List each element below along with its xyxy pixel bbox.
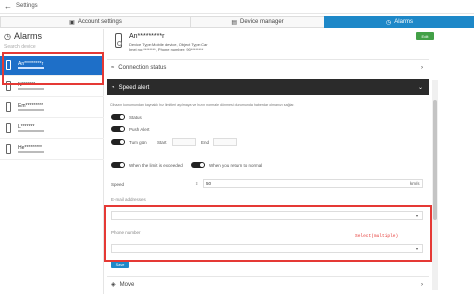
- speed-unit: km/s: [410, 181, 420, 186]
- device-subtitle: [18, 130, 44, 132]
- end-label: End: [201, 140, 210, 145]
- tab-device-manager[interactable]: ▤ Device manager: [190, 16, 324, 28]
- return-normal-toggle[interactable]: [191, 162, 205, 168]
- speed-alert-section[interactable]: ◔ Speed alert ⌄: [107, 79, 429, 95]
- save-label: Save: [115, 262, 125, 267]
- move-section[interactable]: ◈ Move ›: [107, 276, 429, 292]
- tab-label: Alarms: [394, 19, 413, 25]
- connection-status-section[interactable]: ≈ Connection status ›: [107, 59, 429, 75]
- push-alert-label: Push Alert: [129, 127, 150, 132]
- save-button[interactable]: Save: [111, 261, 129, 268]
- speed-alert-description: Cihazın konumundan kaynaklı hız limitler…: [110, 103, 295, 107]
- tab-bar: ▣ Account settings ▤ Device manager ◷ Al…: [0, 16, 474, 28]
- device-id-line: Imei no:********, Phone number: 90******…: [129, 47, 204, 52]
- status-toggle[interactable]: [111, 114, 125, 120]
- section-label: Connection status: [118, 64, 167, 71]
- section-label: Move: [119, 281, 135, 288]
- phone-icon: [6, 144, 11, 154]
- start-time-input[interactable]: [172, 138, 196, 146]
- email-addresses-label: E-mail addresses: [111, 197, 146, 202]
- speedometer-icon: ◔: [111, 84, 115, 91]
- chevron-right-icon: ›: [421, 281, 423, 288]
- edit-label: Edit: [421, 33, 429, 39]
- notification-targets-highlight: [104, 205, 432, 262]
- back-arrow-icon[interactable]: ←: [4, 2, 12, 11]
- all-day-toggle[interactable]: [111, 139, 125, 145]
- page-title: Settings: [16, 3, 38, 9]
- tab-account-settings[interactable]: ▣ Account settings: [0, 16, 190, 28]
- device-header: An*********r Device Type:Mobile device, …: [107, 29, 429, 57]
- return-normal-label: When you return to normal: [209, 163, 263, 168]
- scrollbar[interactable]: [432, 80, 438, 290]
- status-label: Status: [129, 115, 142, 120]
- tab-label: Device manager: [239, 19, 284, 25]
- clock-icon: ◷: [4, 31, 11, 41]
- start-label: Start: [157, 140, 167, 145]
- stepper-arrows-icon[interactable]: ⇕: [195, 181, 198, 186]
- move-icon: ◈: [111, 282, 116, 288]
- device-subtitle: [18, 151, 44, 153]
- limit-exceeded-toggle[interactable]: [111, 162, 125, 168]
- edit-button[interactable]: Edit: [416, 32, 434, 40]
- sidebar-title: Alarms: [13, 31, 42, 41]
- chevron-right-icon: ›: [421, 64, 423, 71]
- end-time-input[interactable]: [213, 138, 237, 146]
- speed-label: Speed: [111, 182, 125, 187]
- computer-icon: ▤: [231, 19, 237, 26]
- device-subtitle: [18, 109, 44, 111]
- phone-icon: [6, 102, 11, 112]
- device-list-item[interactable]: He*********: [0, 140, 104, 160]
- device-list-item[interactable]: Em*********: [0, 98, 104, 118]
- speed-input[interactable]: 50: [203, 179, 423, 188]
- section-label: Speed alert: [118, 84, 150, 91]
- device-list-item[interactable]: L*******: [0, 119, 104, 139]
- device-title: An*********r: [129, 33, 165, 40]
- top-bar: ← Settings: [0, 0, 474, 14]
- search-input[interactable]: Search device: [4, 44, 36, 50]
- scrollbar-thumb[interactable]: [433, 100, 437, 220]
- chevron-down-icon: ⌄: [417, 85, 423, 91]
- person-icon: ▣: [69, 19, 75, 26]
- device-subtitle: [18, 88, 44, 90]
- push-alert-toggle[interactable]: [111, 126, 125, 132]
- wifi-icon: ≈: [111, 64, 115, 71]
- all-day-label: Tum gün: [129, 140, 147, 145]
- clock-icon: ◷: [386, 19, 392, 26]
- selected-device-highlight: [2, 52, 104, 85]
- phone-icon: [115, 33, 122, 48]
- limit-exceeded-label: When the limit is exceeded: [129, 163, 183, 168]
- speed-value: 50: [206, 181, 212, 186]
- tab-label: Account settings: [77, 19, 122, 25]
- sidebar-header: ◷ Alarms: [0, 29, 103, 43]
- tab-alarms[interactable]: ◷ Alarms: [324, 16, 474, 28]
- phone-icon: [6, 123, 11, 133]
